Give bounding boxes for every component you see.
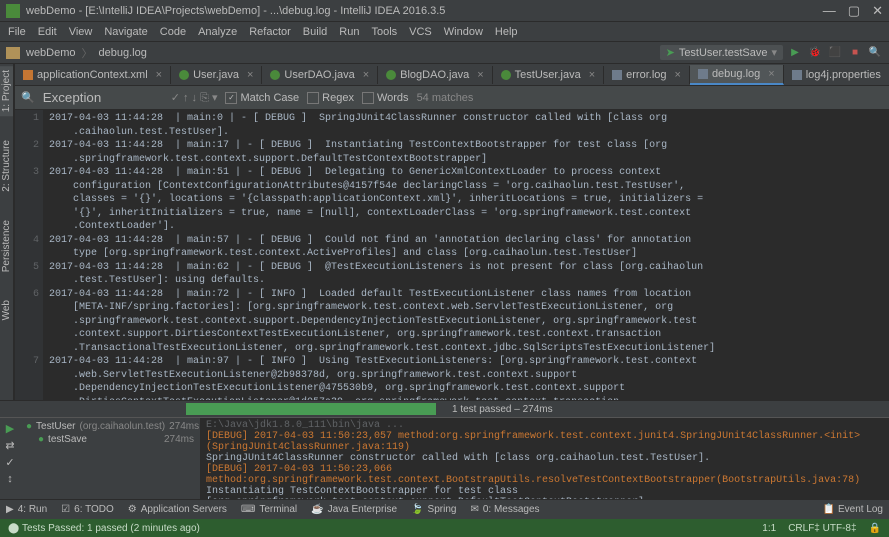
arrow-icon: ➤ [666,46,675,59]
run-tool-window: ▶ ⇄ ✓ ↕ ●TestUser (org.caihaolun.test)27… [0,417,889,499]
close-button[interactable]: ✕ [872,3,883,19]
search-icon: 🔍 [21,91,35,104]
caret-position: 1:1 [762,523,776,534]
bottom-tool[interactable]: ☑ 6: TODO [61,504,114,515]
menu-code[interactable]: Code [160,26,186,38]
bottom-tool[interactable]: ⚙ Application Servers [128,504,227,515]
editor-tab[interactable]: debug.log× [690,65,784,85]
run-toolbar: ▶ ⇄ ✓ ↕ [0,418,20,499]
test-progress-bar [186,403,436,415]
match-case-checkbox[interactable]: ✓Match Case [225,92,299,104]
menu-navigate[interactable]: Navigate [104,26,147,38]
progress-label: 1 test passed – 274ms [452,404,553,415]
tool-tab[interactable]: 2: Structure [0,136,13,196]
menu-bar: File Edit View Navigate Code Analyze Refactor B… [0,22,889,42]
regex-checkbox[interactable]: Regex [307,92,354,104]
run-controls: ➤ TestUser.testSave ▾ ▶ 🐞 ⬛ ■ 🔍 [660,45,883,61]
editor-tab[interactable]: log4j.properties× [784,66,889,84]
bottom-tool[interactable]: ☕ Java Enterprise [311,504,397,515]
menu-tools[interactable]: Tools [371,26,397,38]
expand-button[interactable]: ↕ [7,473,13,485]
breadcrumb-item[interactable]: debug.log [99,47,147,59]
menu-file[interactable]: File [8,26,26,38]
tool-tab[interactable]: 1: Project [0,66,13,116]
bottom-tool[interactable]: ⌨ Terminal [241,504,297,515]
git-icon: ⬤ [8,523,19,534]
editor-tab[interactable]: BlogDAO.java× [378,66,493,84]
find-input[interactable] [43,90,163,105]
menu-run[interactable]: Run [339,26,359,38]
tool-tab[interactable]: Web [0,296,13,324]
encoding: CRLF‡ UTF-8‡ [788,523,856,534]
folder-icon [6,47,20,59]
test-tree[interactable]: ●TestUser (org.caihaolun.test)274ms ●tes… [20,418,200,499]
ok-icon: ● [38,434,44,445]
toggle-button[interactable]: ⇄ [5,439,14,452]
match-count: 54 matches [417,92,474,104]
editor-area: applicationContext.xml×User.java×UserDAO… [15,64,889,400]
stop-button[interactable]: ■ [847,45,863,61]
rerun-button[interactable]: ▶ [6,422,14,435]
menu-window[interactable]: Window [444,26,483,38]
menu-help[interactable]: Help [495,26,518,38]
test-progress-row: 1 test passed – 274ms [0,400,889,417]
maximize-button[interactable]: ▢ [848,3,860,19]
editor-tab[interactable]: UserDAO.java× [262,66,378,84]
filter-button[interactable]: ✓ [5,456,14,469]
app-icon [6,4,20,18]
editor-tab[interactable]: TestUser.java× [493,66,604,84]
menu-edit[interactable]: Edit [38,26,57,38]
ok-icon: ● [26,421,32,432]
status-message: Tests Passed: 1 passed (2 minutes ago) [22,523,200,534]
bottom-tool[interactable]: 🍃 Spring [411,504,456,515]
status-bar: ⬤ Tests Passed: 1 passed (2 minutes ago)… [0,519,889,537]
menu-refactor[interactable]: Refactor [249,26,291,38]
menu-build[interactable]: Build [303,26,327,38]
editor-tab[interactable]: applicationContext.xml× [15,66,171,84]
log-viewer[interactable]: 1234567891011 2017-04-03 11:44:28 | main… [15,110,889,400]
run-configuration-selector[interactable]: ➤ TestUser.testSave ▾ [660,45,783,60]
window-title: webDemo - [E:\IntelliJ IDEA\Projects\web… [26,5,823,17]
find-actions[interactable]: ✓ ↑ ↓ ⎘ ▾ [171,91,218,105]
editor-tabs: applicationContext.xml×User.java×UserDAO… [15,64,889,86]
minimize-button[interactable]: — [823,3,836,19]
navigation-bar: webDemo 〉 debug.log ➤ TestUser.testSave … [0,42,889,64]
run-button[interactable]: ▶ [787,45,803,61]
console-output[interactable]: E:\Java\jdk1.8.0_111\bin\java ...[DEBUG]… [200,418,889,499]
menu-vcs[interactable]: VCS [409,26,432,38]
menu-analyze[interactable]: Analyze [198,26,237,38]
lock-icon[interactable]: 🔒 [869,523,881,534]
log-content[interactable]: 2017-04-03 11:44:28 | main:0 | - [ DEBUG… [43,110,889,400]
find-bar: 🔍 ✓ ↑ ↓ ⎘ ▾ ✓Match Case Regex Words 54 m… [15,86,889,110]
editor-tab[interactable]: User.java× [171,66,262,84]
editor-tab[interactable]: error.log× [604,66,690,84]
gutter: 1234567891011 [15,110,43,400]
search-icon[interactable]: 🔍 [867,45,883,61]
bottom-tool[interactable]: ▶ 4: Run [6,504,47,515]
debug-button[interactable]: 🐞 [807,45,823,61]
bottom-tool[interactable]: ✉ 0: Messages [470,504,539,515]
menu-view[interactable]: View [69,26,93,38]
bottom-tool-bar: ▶ 4: Run ☑ 6: TODO ⚙ Application Servers ⌨ … [0,499,889,519]
breadcrumb-item[interactable]: webDemo [26,47,76,59]
tool-tab[interactable]: Persistence [0,216,13,276]
coverage-button[interactable]: ⬛ [827,45,843,61]
words-checkbox[interactable]: Words [362,92,409,104]
title-bar: webDemo - [E:\IntelliJ IDEA\Projects\web… [0,0,889,22]
chevron-right-icon: 〉 [82,45,93,61]
left-tool-rail: 1: Project 2: Structure Persistence Web [0,64,14,400]
event-log-button[interactable]: 📋 Event Log [823,504,883,515]
